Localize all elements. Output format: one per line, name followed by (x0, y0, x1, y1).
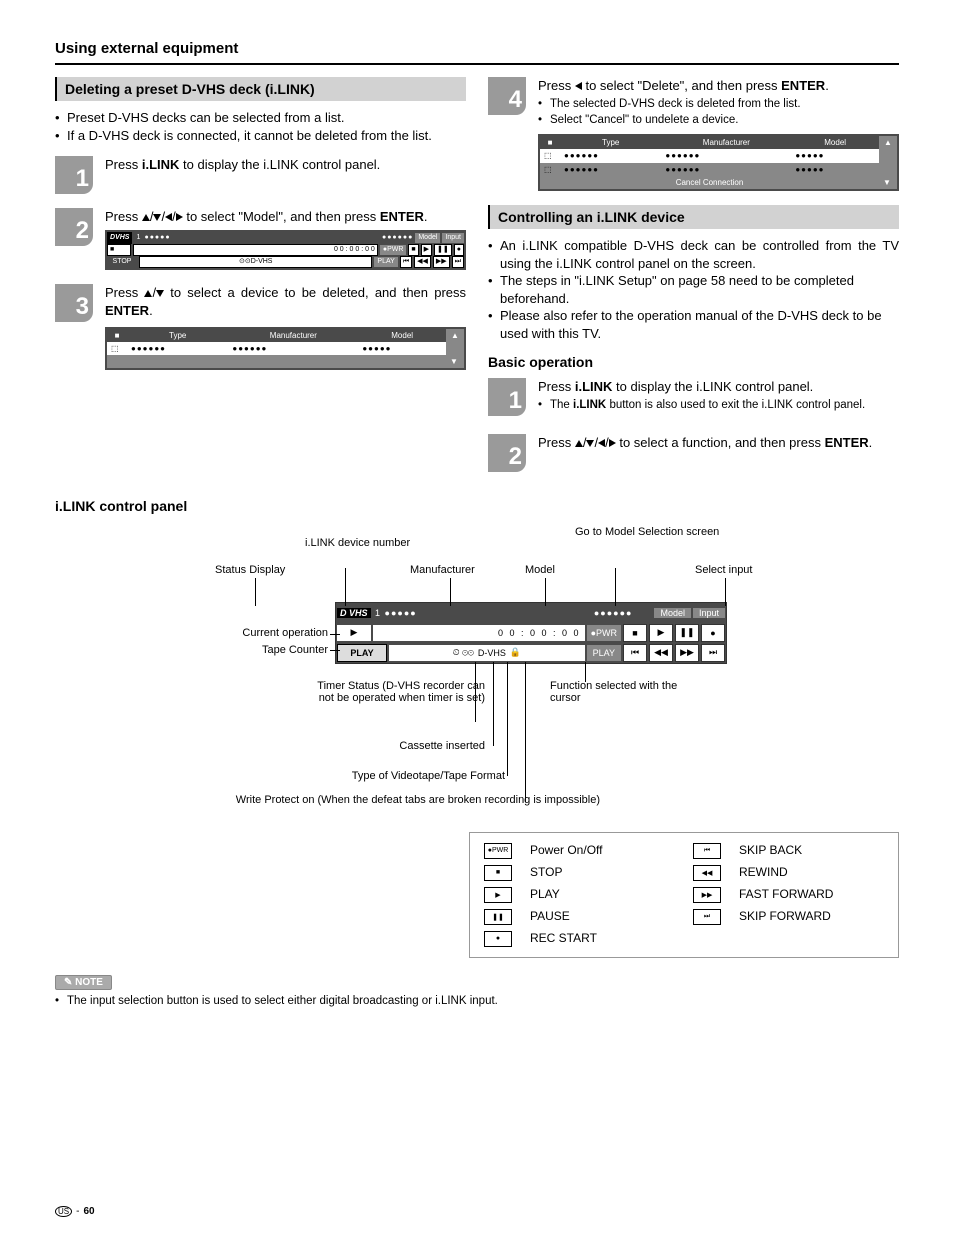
step-number: 2 (55, 208, 93, 246)
intro-bullets: Preset D-VHS decks can be selected from … (55, 109, 466, 144)
step-number: 1 (488, 378, 526, 416)
down-icon (153, 214, 161, 221)
section-heading-delete: Deleting a preset D-VHS deck (i.LINK) (55, 77, 466, 101)
step-text: Press to select "Delete", and then press… (538, 77, 899, 191)
panel-heading: i.LINK control panel (55, 498, 899, 514)
step-2: 2 Press /// to select "Model", and then … (55, 208, 466, 270)
step-number: 1 (55, 156, 93, 194)
down-icon (156, 290, 164, 297)
left-icon (575, 82, 582, 90)
step-text: Press i.LINK to display the i.LINK contr… (105, 156, 466, 174)
basic-step-2: 2 Press /// to select a function, and th… (488, 434, 899, 472)
step-text: Press / to select a device to be deleted… (105, 284, 466, 370)
step-number: 2 (488, 434, 526, 472)
note-section: ✎ NOTE The input selection button is use… (55, 972, 899, 1010)
down-icon (586, 440, 594, 447)
sub-bullet: Select "Cancel" to undelete a device. (538, 113, 899, 129)
left-icon (165, 213, 172, 221)
up-icon (144, 290, 152, 297)
up-icon (142, 214, 150, 221)
bullet: Please also refer to the operation manua… (488, 307, 899, 342)
bullet: An i.LINK compatible D-VHS deck can be c… (488, 237, 899, 272)
osd-mini-panel: D VHS 1 Model Input ■ 0 0 : 0 0 : 0 0 ● … (105, 230, 466, 270)
step-1: 1 Press i.LINK to display the i.LINK con… (55, 156, 466, 194)
page-footer: US -60 (55, 1206, 95, 1217)
divider (55, 63, 899, 65)
pause-icon: ❚❚ (484, 909, 512, 925)
step-number: 3 (55, 284, 93, 322)
up-icon (575, 440, 583, 447)
note-text: The input selection button is used to se… (55, 994, 899, 1010)
step-number: 4 (488, 77, 526, 115)
osd-device-table: ■TypeManufacturerModel▲ ⬚ ▼ (105, 327, 466, 371)
skip-forward-icon: ⏭ (693, 909, 721, 925)
rewind-icon: ◀◀ (693, 865, 721, 881)
skip-back-icon: ⏮ (693, 843, 721, 859)
osd-control-panel: D VHS 1 Model Input ▶ 0 0 : 0 0 : 0 0 ● … (335, 602, 727, 664)
ilink-control-panel-diagram: Status Display i.LINK device number Manu… (55, 522, 899, 832)
sub-bullet: The selected D-VHS deck is deleted from … (538, 97, 899, 113)
basic-operation-heading: Basic operation (488, 354, 899, 370)
bullet: If a D-VHS deck is connected, it cannot … (55, 127, 466, 145)
osd-device-table-4: ■TypeManufacturerModel▲ ⬚ ⬚ Cancel Conne… (538, 134, 899, 191)
page-number: 60 (83, 1206, 94, 1217)
right-icon (609, 439, 616, 447)
left-icon (598, 439, 605, 447)
step-4: 4 Press to select "Delete", and then pre… (488, 77, 899, 191)
bullet: The steps in "i.LINK Setup" on page 58 n… (488, 272, 899, 307)
button-legend: ● PWRPower On/Off ⏮SKIP BACK ■STOP ◀◀REW… (469, 832, 899, 958)
control-bullets: An i.LINK compatible D-VHS deck can be c… (488, 237, 899, 342)
region-badge: US (55, 1206, 72, 1217)
page-title: Using external equipment (55, 40, 899, 57)
right-icon (176, 213, 183, 221)
play-icon: ▶ (484, 887, 512, 903)
step-text: Press i.LINK to display the i.LINK contr… (538, 378, 899, 420)
rec-icon: ● (484, 931, 512, 947)
basic-step-1: 1 Press i.LINK to display the i.LINK con… (488, 378, 899, 420)
step-text: Press /// to select a function, and then… (538, 434, 899, 452)
section-heading-control: Controlling an i.LINK device (488, 205, 899, 229)
note-badge: ✎ NOTE (55, 975, 112, 990)
sub-bullet: The i.LINK button is also used to exit t… (538, 398, 899, 414)
step-text: Press /// to select "Model", and then pr… (105, 208, 466, 270)
fast-forward-icon: ▶▶ (693, 887, 721, 903)
stop-icon: ■ (484, 865, 512, 881)
bullet: Preset D-VHS decks can be selected from … (55, 109, 466, 127)
step-3: 3 Press / to select a device to be delet… (55, 284, 466, 370)
pwr-icon: ● PWR (484, 843, 512, 859)
